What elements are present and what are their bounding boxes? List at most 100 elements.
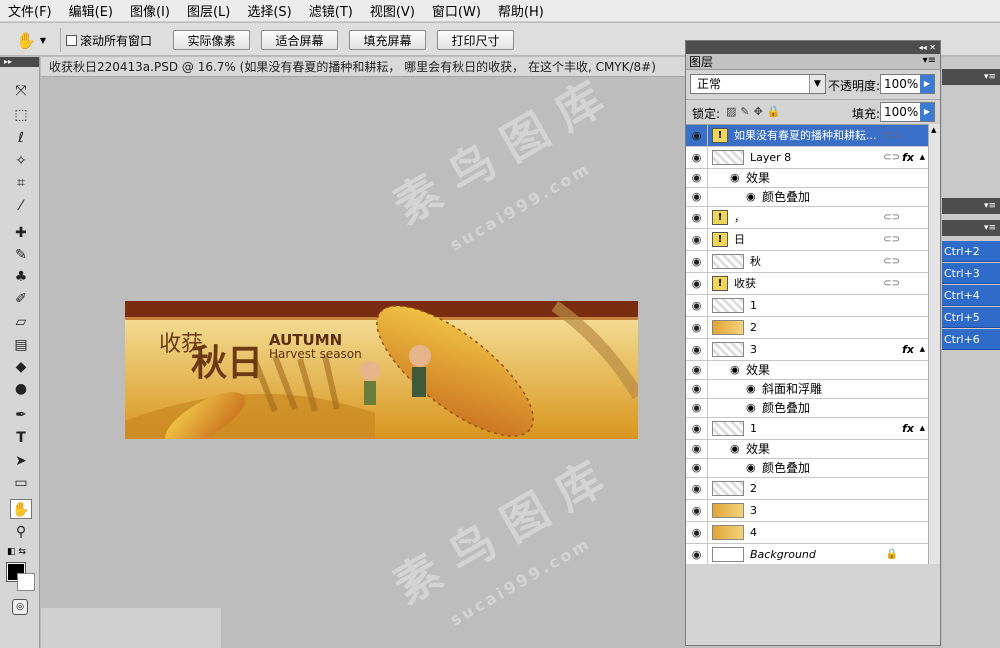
healing-brush-icon[interactable]: ✚ bbox=[10, 223, 32, 243]
fill-input[interactable]: 100% ▶ bbox=[880, 102, 935, 122]
fx-icon[interactable]: fx bbox=[902, 339, 914, 360]
layer-row[interactable]: ◉! 日 ⊂⊃ bbox=[686, 229, 928, 251]
blur-tool-icon[interactable]: ◆ bbox=[10, 357, 32, 377]
chevron-right-icon[interactable]: ▶ bbox=[920, 103, 934, 121]
lock-options-icons[interactable]: ▨✎✥🔒 bbox=[726, 105, 785, 118]
expand-triangle-icon[interactable]: ▲ bbox=[920, 147, 925, 168]
layer-effect-row[interactable]: ◉ ◉ 颜色叠加 bbox=[686, 399, 928, 418]
menu-layer[interactable]: 图层(L) bbox=[187, 1, 230, 20]
background-color-swatch[interactable] bbox=[17, 573, 35, 591]
shape-tool-icon[interactable]: ▭ bbox=[10, 473, 32, 493]
opacity-input[interactable]: 100% ▶ bbox=[880, 74, 935, 94]
menu-file[interactable]: 文件(F) bbox=[8, 1, 52, 20]
move-tool-icon[interactable]: ⤧ bbox=[10, 81, 32, 101]
channel-shortcut[interactable]: Ctrl+4 bbox=[942, 285, 1000, 306]
fit-screen-button[interactable]: 适合屏幕 bbox=[261, 30, 338, 50]
type-tool-icon[interactable]: T bbox=[10, 428, 32, 448]
layer-row[interactable]: ◉ 1 bbox=[686, 295, 928, 317]
eye-icon[interactable]: ◉ bbox=[686, 229, 708, 250]
channel-shortcut[interactable]: Ctrl+3 bbox=[942, 263, 1000, 284]
eye-icon[interactable]: ◉ bbox=[686, 418, 708, 439]
expand-triangle-icon[interactable]: ▲ bbox=[920, 418, 925, 439]
layer-row[interactable]: ◉ 秋 ⊂⊃ bbox=[686, 251, 928, 273]
eye-icon[interactable]: ◉ bbox=[686, 361, 708, 379]
chevron-down-icon[interactable]: ▼ bbox=[809, 75, 825, 93]
eye-icon[interactable]: ◉ bbox=[686, 207, 708, 228]
layer-row[interactable]: ◉ 1 fx ▲ bbox=[686, 418, 928, 440]
eye-icon[interactable]: ◉ bbox=[686, 188, 708, 206]
panel-menu-icon[interactable]: ▾≡ bbox=[942, 198, 1000, 214]
clone-stamp-icon[interactable]: ♣ bbox=[10, 267, 32, 287]
fx-icon[interactable]: fx bbox=[902, 147, 914, 168]
menu-window[interactable]: 窗口(W) bbox=[432, 1, 481, 20]
layer-row[interactable]: ◉ 4 bbox=[686, 522, 928, 544]
layer-effect-row[interactable]: ◉ ◉ 颜色叠加 bbox=[686, 459, 928, 478]
link-icon[interactable]: ⊂⊃ bbox=[883, 207, 900, 228]
crop-tool-icon[interactable]: ⌗ bbox=[10, 173, 32, 193]
expand-triangle-icon[interactable]: ▲ bbox=[920, 339, 925, 360]
eye-icon[interactable]: ◉ bbox=[686, 339, 708, 360]
panel-menu-icon[interactable]: ▾≡ bbox=[923, 55, 936, 66]
document-tab[interactable]: 收获秋日220413a.PSD @ 16.7% (如果没有春夏的播种和耕耘， 哪… bbox=[41, 57, 685, 77]
eye-icon[interactable]: ◉ bbox=[686, 125, 708, 146]
brush-tool-icon[interactable]: ✎ bbox=[10, 245, 32, 265]
eye-icon[interactable]: ◉ bbox=[746, 399, 756, 417]
link-icon[interactable]: ⊂⊃ bbox=[883, 229, 900, 250]
eye-icon[interactable]: ◉ bbox=[686, 500, 708, 521]
gradient-tool-icon[interactable]: ▤ bbox=[10, 335, 32, 355]
chevron-right-icon[interactable]: ▶ bbox=[920, 75, 934, 93]
layer-effect-row[interactable]: ◉ ◉ 效果 bbox=[686, 169, 928, 188]
layer-row[interactable]: ◉! ， ⊂⊃ bbox=[686, 207, 928, 229]
fx-icon[interactable]: fx bbox=[902, 418, 914, 439]
layer-effect-row[interactable]: ◉ ◉ 斜面和浮雕 bbox=[686, 380, 928, 399]
default-colors-icon[interactable]: ◧ ⇆ bbox=[7, 547, 26, 557]
scroll-all-windows-checkbox[interactable]: 滚动所有窗口 bbox=[66, 32, 152, 49]
channel-shortcut[interactable]: Ctrl+6 bbox=[942, 329, 1000, 350]
eye-icon[interactable]: ◉ bbox=[746, 459, 756, 477]
layer-row[interactable]: ◉! 收获 ⊂⊃ bbox=[686, 273, 928, 295]
channel-shortcut[interactable]: Ctrl+5 bbox=[942, 307, 1000, 328]
layer-row[interactable]: ◉ 2 bbox=[686, 317, 928, 339]
eye-icon[interactable]: ◉ bbox=[746, 380, 756, 398]
panel-collapse-icon[interactable]: ◂◂ ✕ bbox=[686, 41, 940, 54]
layer-effect-row[interactable]: ◉ ◉ 效果 bbox=[686, 361, 928, 380]
layer-row[interactable]: ◉ Layer 8 ⊂⊃ fx ▲ bbox=[686, 147, 928, 169]
eye-icon[interactable]: ◉ bbox=[686, 440, 708, 458]
menu-help[interactable]: 帮助(H) bbox=[498, 1, 544, 20]
eye-icon[interactable]: ◉ bbox=[730, 169, 740, 187]
quick-mask-icon[interactable]: ◎ bbox=[12, 599, 28, 615]
menu-image[interactable]: 图像(I) bbox=[130, 1, 170, 20]
eye-icon[interactable]: ◉ bbox=[686, 273, 708, 294]
fill-screen-button[interactable]: 填充屏幕 bbox=[349, 30, 426, 50]
layer-row[interactable]: ◉ Background 🔒 bbox=[686, 544, 928, 564]
panel-menu-icon[interactable]: ▾≡ bbox=[942, 69, 1000, 85]
menu-select[interactable]: 选择(S) bbox=[247, 1, 291, 20]
eye-icon[interactable]: ◉ bbox=[686, 522, 708, 543]
canvas-image[interactable]: 收获 秋日 AUTUMN Harvest season bbox=[125, 301, 638, 439]
history-brush-icon[interactable]: ✐ bbox=[10, 289, 32, 309]
path-selection-icon[interactable]: ➤ bbox=[10, 451, 32, 471]
lasso-tool-icon[interactable]: ℓ bbox=[10, 128, 32, 148]
magic-wand-icon[interactable]: ✧ bbox=[10, 151, 32, 171]
hand-tool-icon[interactable]: ✋ bbox=[10, 499, 32, 519]
scroll-up-icon[interactable]: ▲ bbox=[931, 126, 936, 134]
eye-icon[interactable]: ◉ bbox=[686, 251, 708, 272]
eraser-tool-icon[interactable]: ▱ bbox=[10, 312, 32, 332]
layer-row[interactable]: ◉! 如果没有春夏的播种和耕耘... ⊂⊃ bbox=[686, 125, 928, 147]
checkbox-box[interactable] bbox=[66, 35, 77, 46]
eye-icon[interactable]: ◉ bbox=[730, 361, 740, 379]
layer-list-scrollbar[interactable]: ▲ bbox=[928, 124, 940, 564]
marquee-tool-icon[interactable]: ⬚ bbox=[10, 105, 32, 125]
eye-icon[interactable]: ◉ bbox=[686, 380, 708, 398]
panel-menu-icon[interactable]: ▾≡ bbox=[942, 220, 1000, 236]
eye-icon[interactable]: ◉ bbox=[686, 544, 708, 564]
dodge-tool-icon[interactable]: ● bbox=[10, 379, 32, 399]
tab-layers[interactable]: 图层 bbox=[689, 55, 713, 69]
eye-icon[interactable]: ◉ bbox=[686, 399, 708, 417]
zoom-tool-icon[interactable]: ⚲ bbox=[10, 522, 32, 542]
pen-tool-icon[interactable]: ✒ bbox=[10, 405, 32, 425]
blend-mode-select[interactable]: 正常 ▼ bbox=[690, 74, 826, 94]
layer-row[interactable]: ◉ 2 bbox=[686, 478, 928, 500]
link-icon[interactable]: ⊂⊃ bbox=[883, 125, 900, 146]
layer-row[interactable]: ◉ 3 fx ▲ bbox=[686, 339, 928, 361]
